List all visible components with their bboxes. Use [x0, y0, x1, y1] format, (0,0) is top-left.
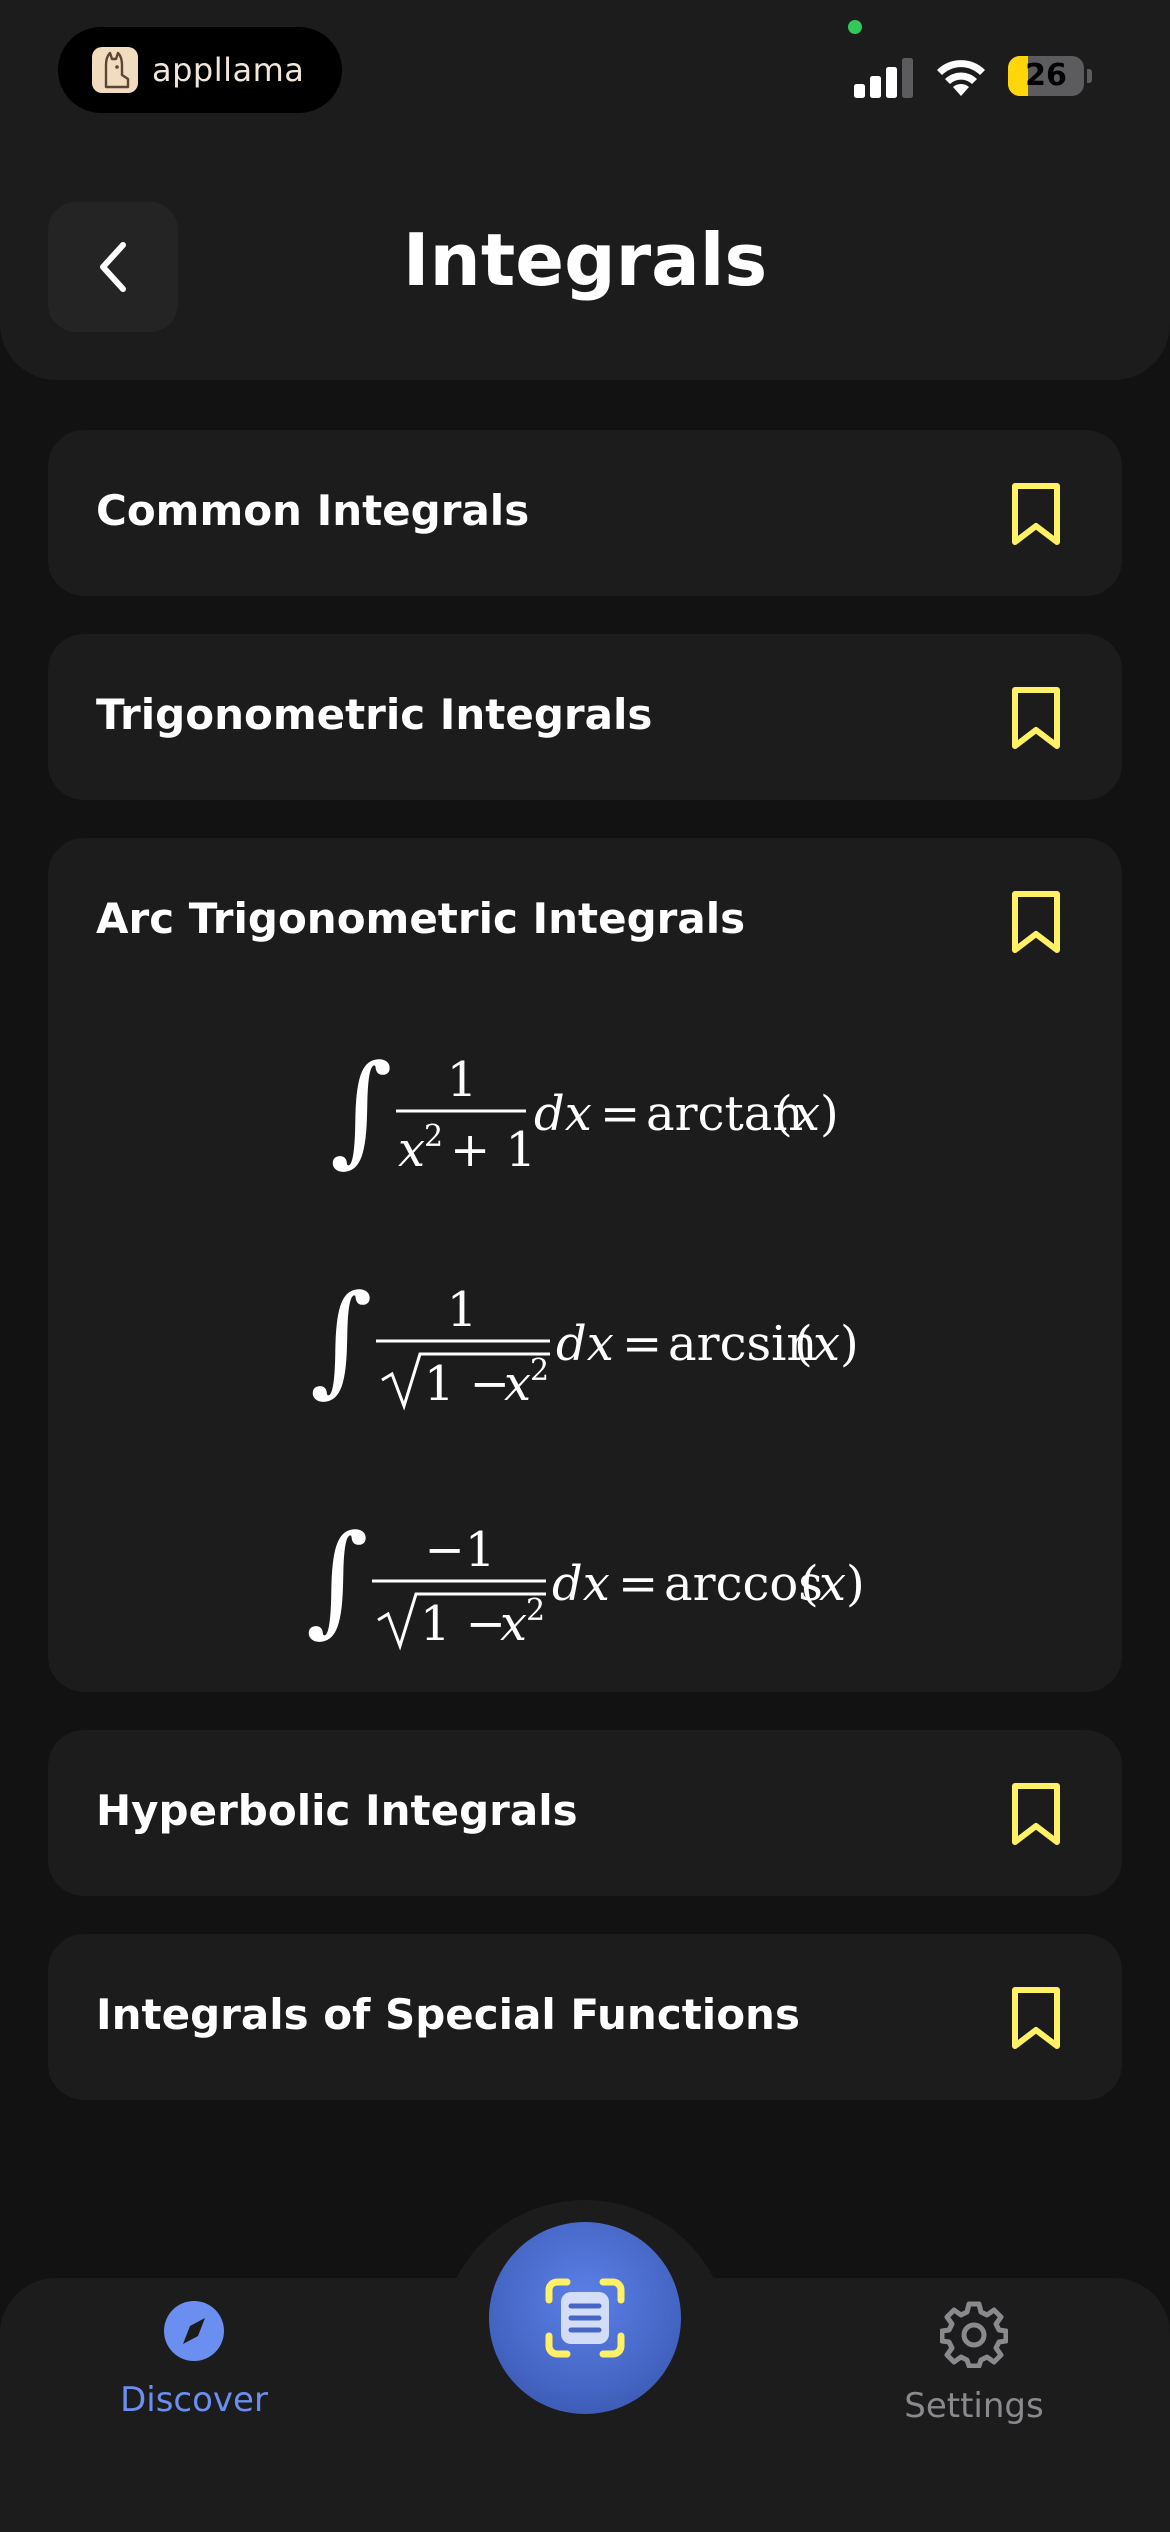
denominator-x: x [504, 1356, 531, 1412]
brand-name: appllama [152, 51, 305, 89]
formula-arcsin: ∫ 1 1 − x 2 dx = arcsin ( x ) [310, 1270, 859, 1412]
section-card-common-integrals[interactable]: Common Integrals [48, 430, 1122, 596]
dx: dx [534, 1086, 592, 1142]
denominator-rest: 1 − [420, 1596, 506, 1652]
formula-arctan: ∫ 1 x 2 + 1 dx = arctan ( x ) [330, 1040, 839, 1178]
section-label: Integrals of Special Functions [96, 1990, 800, 2039]
mic-indicator-dot [848, 20, 862, 34]
argument: x [819, 1556, 846, 1612]
integral-sign: ∫ [306, 1510, 369, 1649]
battery-icon: 26 [1008, 56, 1084, 96]
dx: dx [552, 1556, 610, 1612]
exponent: 2 [526, 1593, 545, 1628]
paren-close: ) [820, 1086, 839, 1142]
section-label: Hyperbolic Integrals [96, 1786, 578, 1835]
section-card-hyperbolic-integrals[interactable]: Hyperbolic Integrals [48, 1730, 1122, 1896]
numerator: −1 [425, 1522, 496, 1578]
nav-settings-label: Settings [904, 2386, 1044, 2426]
denominator-x: x [398, 1122, 425, 1178]
equals: = [618, 1556, 658, 1612]
paren-open: ( [794, 1316, 813, 1372]
integral-sign: ∫ [310, 1270, 373, 1409]
llama-logo-icon [92, 47, 138, 93]
integral-sign: ∫ [330, 1040, 393, 1178]
section-card-special-functions[interactable]: Integrals of Special Functions [48, 1934, 1122, 2100]
scan-document-icon [545, 2278, 625, 2358]
formula-arccos: ∫ −1 1 − x 2 dx = arccos ( x ) [306, 1510, 865, 1652]
cellular-signal-icon [854, 58, 913, 98]
battery-cap [1087, 69, 1092, 83]
nav-discover-label: Discover [120, 2380, 268, 2420]
nav-settings[interactable]: Settings [854, 2300, 1094, 2426]
denominator-rest: + 1 [450, 1122, 536, 1178]
page-title: Integrals [402, 218, 768, 302]
wifi-icon [937, 60, 985, 96]
nav-discover[interactable]: Discover [74, 2300, 314, 2420]
denominator-rest: 1 − [424, 1356, 510, 1412]
argument: x [793, 1086, 820, 1142]
equals: = [622, 1316, 662, 1372]
bookmark-icon[interactable] [1010, 482, 1062, 546]
dx: dx [556, 1316, 614, 1372]
bookmark-icon[interactable] [1010, 890, 1062, 954]
paren-open: ( [800, 1556, 819, 1612]
exponent: 2 [530, 1353, 549, 1388]
section-card-trigonometric-integrals[interactable]: Trigonometric Integrals [48, 634, 1122, 800]
paren-close: ) [846, 1556, 865, 1612]
section-label: Arc Trigonometric Integrals [96, 894, 746, 943]
section-label: Trigonometric Integrals [96, 690, 653, 739]
bookmark-icon[interactable] [1010, 1782, 1062, 1846]
bookmark-icon[interactable] [1010, 1986, 1062, 2050]
scan-button[interactable] [489, 2222, 681, 2414]
gear-icon [939, 2301, 1009, 2369]
numerator: 1 [447, 1282, 478, 1338]
denominator-x: x [500, 1596, 527, 1652]
app-pill: appllama [58, 27, 342, 113]
compass-icon [164, 2301, 224, 2361]
bookmark-icon[interactable] [1010, 686, 1062, 750]
battery-level: 26 [1025, 58, 1067, 93]
argument: x [813, 1316, 840, 1372]
paren-close: ) [840, 1316, 859, 1372]
paren-open: ( [774, 1086, 793, 1142]
section-card-arc-trigonometric-integrals[interactable]: Arc Trigonometric Integrals ∫ 1 x 2 + 1 … [48, 838, 1122, 1692]
status-bar: appllama 26 [0, 0, 1170, 140]
equals: = [600, 1086, 640, 1142]
exponent: 2 [424, 1119, 443, 1154]
numerator: 1 [447, 1052, 478, 1108]
section-label: Common Integrals [96, 486, 530, 535]
